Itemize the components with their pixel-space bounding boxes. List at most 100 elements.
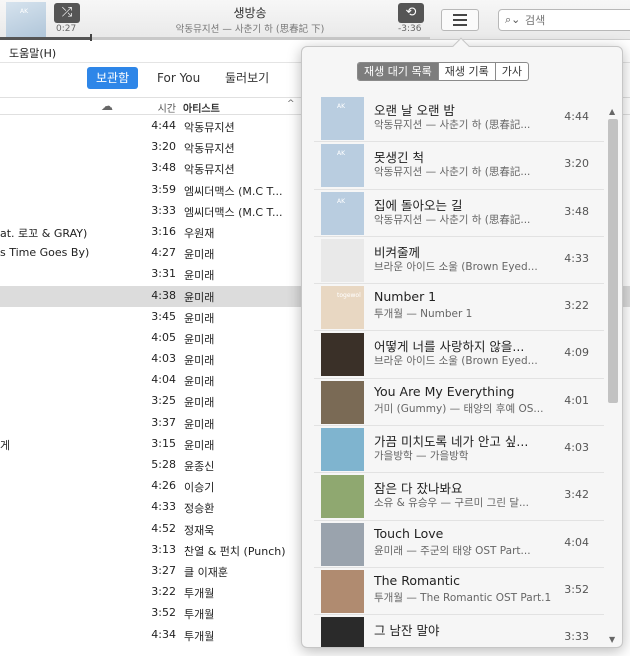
segment-up-next[interactable]: 재생 대기 목록 [358, 63, 439, 80]
song-time: 3:22 [151, 585, 176, 599]
remaining-time: -3:36 [398, 24, 422, 34]
queue-item-artwork [321, 522, 364, 566]
song-time: 5:28 [151, 458, 176, 471]
queue-item-time: 3:33 [564, 630, 589, 644]
song-artist: 윤미래 [184, 354, 215, 368]
queue-item[interactable]: You Are My Everything 거미 (Gummy) — 태양의 후예… [314, 379, 604, 427]
elapsed-time: 0:27 [56, 24, 77, 34]
queue-item[interactable]: 가끔 미치도록 네가 안고 싶... 가을방학 — 가을방학 4:03 [314, 426, 604, 474]
queue-item[interactable]: The Romantic 투개월 — The Romantic OST Part.… [314, 568, 604, 616]
song-artist: 악동뮤지션 [184, 142, 235, 156]
queue-item-time: 3:20 [564, 157, 589, 171]
song-artist: 정승환 [184, 502, 215, 516]
repeat-icon[interactable]: ⟲ [398, 3, 424, 23]
queue-item[interactable]: AK 집에 돌아오는 길 악동뮤지션 — 사춘기 하 (思春記... 3:48 [314, 190, 604, 237]
queue-item-artwork [321, 380, 364, 424]
song-time: 4:05 [151, 330, 176, 344]
column-header-time[interactable]: 시간 [120, 100, 176, 115]
song-time: 3:20 [151, 140, 176, 154]
scroll-thumb[interactable] [608, 119, 618, 403]
queue-item-title: Number 1 [374, 289, 437, 305]
song-artist: 엠씨더맥스 (M.C T... [184, 184, 283, 198]
queue-item-artwork [321, 475, 364, 519]
song-time: 4:38 [151, 288, 176, 302]
song-time: 4:27 [151, 246, 176, 260]
queue-item-time: 4:44 [564, 110, 589, 123]
song-artist: 악동뮤지션 [184, 163, 235, 177]
segment-history[interactable]: 재생 기록 [439, 63, 496, 80]
song-artist: 윤미래 [184, 269, 215, 283]
song-artist: 정재욱 [184, 523, 215, 537]
queue-item[interactable]: 잠은 다 잤나봐요 소유 & 유승우 — 구르미 그린 달... 3:42 [314, 473, 604, 521]
queue-item-time: 3:22 [564, 299, 589, 313]
queue-item[interactable]: 비켜줄께 브라운 아이드 소울 (Brown Eyed... 4:33 [314, 237, 604, 285]
progress-bar[interactable] [0, 34, 430, 43]
song-time: 4:03 [151, 352, 176, 366]
song-time: 3:59 [151, 182, 176, 196]
queue-item[interactable]: 어떻게 너를 사랑하지 않을... 브라운 아이드 소울 (Brown Eyed.… [314, 331, 604, 379]
queue-item-subtitle: 악동뮤지션 — 사춘기 하 (思春記... [374, 213, 531, 226]
song-artist: 이승기 [184, 481, 215, 495]
up-next-popover: 재생 대기 목록 재생 기록 가사 AK 오랜 날 오랜 밤 악동뮤지션 — 사춘기… [301, 37, 623, 648]
queue-item-time: 3:52 [564, 582, 589, 596]
queue-item-subtitle: 윤미래 — 주군의 태양 OST Part... [374, 544, 531, 557]
song-time: 4:33 [151, 500, 176, 514]
queue-item-time: 3:48 [564, 204, 589, 218]
song-time: 4:34 [151, 627, 176, 641]
song-time: 4:44 [151, 119, 176, 132]
queue-item-subtitle: 거미 (Gummy) — 태양의 후예 OS... [374, 402, 544, 415]
search-box[interactable]: ⌕⌄ [498, 9, 630, 31]
queue-item[interactable]: AK 못생긴 척 악동뮤지션 — 사춘기 하 (思春記... 3:20 [314, 142, 604, 190]
song-time: 3:48 [151, 161, 176, 175]
now-playing-artwork[interactable]: AK [6, 2, 46, 40]
queue-item-time: 4:09 [564, 346, 589, 360]
tab-browse[interactable]: 둘러보기 [216, 67, 278, 89]
queue-item[interactable]: AK 오랜 날 오랜 밤 악동뮤지션 — 사춘기 하 (思春記... 4:44 [314, 95, 604, 143]
queue-item-artwork [321, 238, 364, 282]
cloud-icon[interactable]: ☁ [101, 99, 113, 113]
tab-library[interactable]: 보관함 [87, 67, 139, 89]
scroll-up-icon[interactable]: ▲ [609, 107, 615, 116]
popover-segmented-control: 재생 대기 목록 재생 기록 가사 [357, 62, 529, 81]
sort-ascending-icon: ^ [287, 99, 295, 109]
song-time: 3:33 [151, 203, 176, 217]
up-next-list-icon[interactable] [441, 9, 479, 31]
queue-item-subtitle: 브라운 아이드 소울 (Brown Eyed... [374, 355, 538, 368]
queue-item[interactable]: Touch Love 윤미래 — 주군의 태양 OST Part... 4:04 [314, 521, 604, 568]
song-artist: 엠씨더맥스 (M.C T... [184, 205, 283, 219]
search-input[interactable] [525, 12, 625, 28]
artwork-text: AK [337, 197, 346, 205]
song-time: 3:16 [151, 224, 176, 238]
song-time: 4:26 [151, 479, 176, 493]
song-time: 4:52 [151, 521, 176, 535]
song-time: 3:45 [151, 309, 176, 323]
shuffle-icon[interactable]: ⤮ [54, 3, 80, 23]
queue-item-subtitle: 악동뮤지션 — 사춘기 하 (思春記... [374, 166, 531, 179]
queue-item-subtitle: 투개월 — Number 1 [374, 308, 473, 321]
queue-item[interactable]: togewol Number 1 투개월 — Number 1 3:22 [314, 284, 604, 332]
artwork-text: AK [20, 8, 29, 15]
now-playing-bar: AK ⤮ 생방송 악동뮤지션 — 사춘기 하 (思春記 下) 0:27 -3:3… [0, 0, 630, 43]
song-title: s Time Goes By) [0, 246, 90, 260]
tab-for-you[interactable]: For You [148, 67, 209, 89]
segment-lyrics[interactable]: 가사 [496, 63, 528, 80]
song-artist: 찬열 & 펀치 (Punch) [184, 544, 286, 558]
queue-item-time: 4:04 [564, 535, 589, 549]
song-artist: 윤미래 [184, 438, 215, 452]
song-artist: 윤종신 [184, 460, 215, 473]
queue-item-subtitle: 가을방학 — 가을방학 [374, 450, 469, 463]
queue-item-artwork: togewol [321, 286, 364, 330]
queue-item[interactable]: 그 남잔 말야 3:33 [314, 615, 604, 647]
song-artist: 클 이재훈 [184, 565, 228, 579]
queue-scrollbar[interactable]: ▲ ▼ [607, 107, 619, 644]
song-time: 4:04 [151, 373, 176, 387]
menu-help[interactable]: 도움말(H) [9, 45, 56, 61]
queue-item-title: 그 남잔 말야 [374, 623, 440, 639]
scroll-down-icon[interactable]: ▼ [609, 635, 615, 644]
song-artist: 윤미래 [184, 332, 215, 346]
queue-item-subtitle: 악동뮤지션 — 사춘기 하 (思春記... [374, 119, 531, 131]
column-header-artist[interactable]: 아티스트 [183, 100, 220, 115]
queue-item-title: Touch Love [374, 525, 444, 541]
queue-item-subtitle: 소유 & 유승우 — 구르미 그린 달... [374, 497, 529, 510]
queue-item-time: 3:42 [564, 488, 589, 502]
